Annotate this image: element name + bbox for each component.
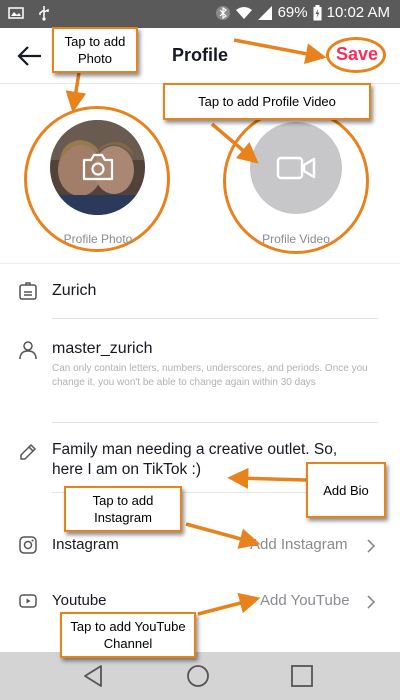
name-field-row[interactable]: Zurich: [0, 272, 400, 320]
youtube-label: Youtube: [52, 592, 107, 609]
battery-icon: [313, 5, 322, 21]
image-icon: [8, 7, 24, 19]
bluetooth-icon: [215, 6, 230, 20]
battery-percent: 69%: [277, 4, 308, 21]
clock: 10:02 AM: [326, 4, 390, 21]
callout-add-youtube: Tap to add YouTube Channel: [60, 612, 196, 658]
id-card-icon: [19, 282, 37, 300]
instagram-label: Instagram: [52, 536, 119, 553]
navigation-bar: [0, 652, 400, 700]
edit-pencil-icon: [20, 444, 36, 460]
save-button[interactable]: Save: [336, 44, 378, 65]
signal-icon: [257, 6, 272, 20]
profile-photo[interactable]: [50, 120, 145, 215]
callout-add-photo: Tap to add Photo: [52, 27, 138, 73]
status-bar: 69% 10:02 AM: [0, 0, 400, 28]
chevron-right-icon: [367, 539, 376, 553]
usb-icon: [39, 6, 49, 21]
instagram-icon: [19, 536, 37, 554]
chevron-right-icon: [367, 595, 376, 609]
back-triangle-icon[interactable]: [82, 664, 106, 688]
divider: [52, 422, 378, 423]
wifi-icon: [235, 7, 252, 19]
add-youtube-button[interactable]: Add YouTube: [260, 592, 350, 609]
callout-add-bio: Add Bio: [306, 462, 386, 518]
video-camera-icon: [276, 156, 316, 180]
name-field[interactable]: Zurich: [52, 282, 96, 300]
callout-add-instagram: Tap to add Instagram: [64, 486, 182, 532]
person-icon: [19, 341, 37, 360]
divider: [52, 318, 378, 319]
instagram-row[interactable]: Instagram Add Instagram: [0, 530, 400, 560]
callout-add-video: Tap to add Profile Video: [163, 83, 371, 120]
profile-video[interactable]: [250, 122, 342, 214]
add-instagram-button[interactable]: Add Instagram: [250, 536, 348, 553]
home-circle-icon[interactable]: [186, 664, 210, 688]
profile-video-label: Profile Video: [262, 232, 330, 246]
profile-photo-label: Profile Photo: [63, 232, 133, 246]
username-helper-text: Can only contain letters, numbers, under…: [52, 363, 368, 388]
camera-icon: [82, 153, 114, 181]
recents-square-icon[interactable]: [290, 664, 314, 688]
username-field-row[interactable]: master_zurich Can only contain letters, …: [0, 330, 400, 423]
username-field[interactable]: master_zurich: [52, 340, 152, 358]
youtube-icon: [19, 594, 37, 608]
